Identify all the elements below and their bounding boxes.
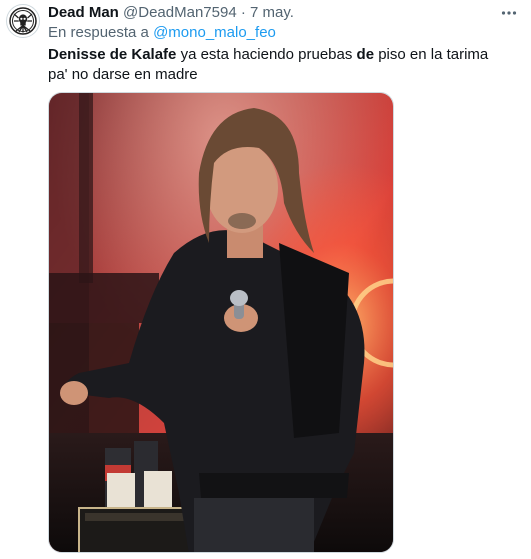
avatar[interactable] bbox=[6, 4, 40, 38]
more-horizontal-icon bbox=[501, 11, 517, 15]
tweet-header: Dead Man @DeadMan7594 · 7 may. bbox=[48, 4, 294, 22]
reply-context: En respuesta a @mono_malo_feo bbox=[48, 24, 276, 42]
tweet-text-part: ya esta haciendo pruebas bbox=[176, 46, 357, 63]
hydra-skull-icon bbox=[9, 7, 37, 35]
author-handle[interactable]: @DeadMan7594 bbox=[123, 4, 237, 21]
tweet-photo[interactable] bbox=[48, 92, 394, 553]
header-separator: · bbox=[240, 4, 246, 21]
tweet-date[interactable]: 7 may. bbox=[250, 4, 294, 21]
tweet[interactable]: Dead Man @DeadMan7594 · 7 may. En respue… bbox=[0, 0, 531, 559]
tweet-text-part: Denisse de Kalafe bbox=[48, 46, 177, 63]
tweet-text: Denisse de Kalafe ya esta haciendo prueb… bbox=[48, 45, 508, 85]
tweet-text-part: de bbox=[356, 46, 375, 63]
reply-mention-link[interactable]: @mono_malo_feo bbox=[153, 24, 276, 41]
author-display-name[interactable]: Dead Man bbox=[48, 4, 119, 21]
concert-photo bbox=[49, 93, 393, 552]
reply-prefix: En respuesta a bbox=[48, 24, 149, 41]
more-options-button[interactable] bbox=[499, 4, 519, 22]
